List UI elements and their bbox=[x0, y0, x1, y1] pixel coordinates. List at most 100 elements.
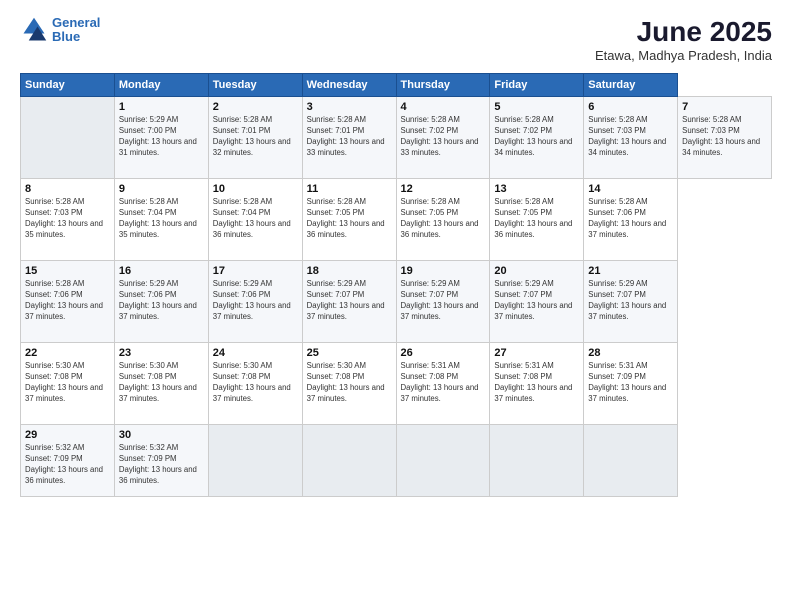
day-number: 22 bbox=[25, 347, 110, 359]
day-info: Sunrise: 5:28 AM Sunset: 7:05 PM Dayligh… bbox=[307, 197, 392, 241]
col-wednesday: Wednesday bbox=[302, 74, 396, 97]
month-title: June 2025 bbox=[595, 16, 772, 48]
table-row: 24 Sunrise: 5:30 AM Sunset: 7:08 PM Dayl… bbox=[208, 343, 302, 425]
day-number: 7 bbox=[682, 101, 767, 113]
day-info: Sunrise: 5:30 AM Sunset: 7:08 PM Dayligh… bbox=[119, 361, 204, 405]
table-row: 2 Sunrise: 5:28 AM Sunset: 7:01 PM Dayli… bbox=[208, 97, 302, 179]
day-number: 3 bbox=[307, 101, 392, 113]
day-info: Sunrise: 5:28 AM Sunset: 7:04 PM Dayligh… bbox=[119, 197, 204, 241]
day-info: Sunrise: 5:29 AM Sunset: 7:07 PM Dayligh… bbox=[494, 279, 579, 323]
logo-text: General Blue bbox=[52, 16, 100, 45]
title-block: June 2025 Etawa, Madhya Pradesh, India bbox=[595, 16, 772, 63]
col-saturday: Saturday bbox=[584, 74, 678, 97]
day-info: Sunrise: 5:29 AM Sunset: 7:07 PM Dayligh… bbox=[307, 279, 392, 323]
calendar-row: 15 Sunrise: 5:28 AM Sunset: 7:06 PM Dayl… bbox=[21, 261, 772, 343]
day-info: Sunrise: 5:28 AM Sunset: 7:02 PM Dayligh… bbox=[494, 115, 579, 159]
table-row: 1 Sunrise: 5:29 AM Sunset: 7:00 PM Dayli… bbox=[114, 97, 208, 179]
day-info: Sunrise: 5:29 AM Sunset: 7:07 PM Dayligh… bbox=[401, 279, 486, 323]
calendar-row: 8 Sunrise: 5:28 AM Sunset: 7:03 PM Dayli… bbox=[21, 179, 772, 261]
day-number: 18 bbox=[307, 265, 392, 277]
table-row: 7 Sunrise: 5:28 AM Sunset: 7:03 PM Dayli… bbox=[678, 97, 772, 179]
calendar-row: 22 Sunrise: 5:30 AM Sunset: 7:08 PM Dayl… bbox=[21, 343, 772, 425]
day-number: 1 bbox=[119, 101, 204, 113]
table-row: 17 Sunrise: 5:29 AM Sunset: 7:06 PM Dayl… bbox=[208, 261, 302, 343]
day-info: Sunrise: 5:28 AM Sunset: 7:04 PM Dayligh… bbox=[213, 197, 298, 241]
day-info: Sunrise: 5:29 AM Sunset: 7:06 PM Dayligh… bbox=[119, 279, 204, 323]
header-row: Sunday Monday Tuesday Wednesday Thursday… bbox=[21, 74, 772, 97]
day-number: 14 bbox=[588, 183, 673, 195]
day-info: Sunrise: 5:28 AM Sunset: 7:01 PM Dayligh… bbox=[213, 115, 298, 159]
day-info: Sunrise: 5:28 AM Sunset: 7:06 PM Dayligh… bbox=[588, 197, 673, 241]
day-number: 4 bbox=[401, 101, 486, 113]
header: General Blue June 2025 Etawa, Madhya Pra… bbox=[20, 16, 772, 63]
table-row: 19 Sunrise: 5:29 AM Sunset: 7:07 PM Dayl… bbox=[396, 261, 490, 343]
day-info: Sunrise: 5:28 AM Sunset: 7:03 PM Dayligh… bbox=[25, 197, 110, 241]
day-info: Sunrise: 5:28 AM Sunset: 7:03 PM Dayligh… bbox=[682, 115, 767, 159]
table-row: 9 Sunrise: 5:28 AM Sunset: 7:04 PM Dayli… bbox=[114, 179, 208, 261]
table-row: 29 Sunrise: 5:32 AM Sunset: 7:09 PM Dayl… bbox=[21, 425, 115, 497]
table-row: 26 Sunrise: 5:31 AM Sunset: 7:08 PM Dayl… bbox=[396, 343, 490, 425]
day-info: Sunrise: 5:30 AM Sunset: 7:08 PM Dayligh… bbox=[307, 361, 392, 405]
day-info: Sunrise: 5:32 AM Sunset: 7:09 PM Dayligh… bbox=[25, 443, 110, 487]
day-number: 9 bbox=[119, 183, 204, 195]
day-number: 30 bbox=[119, 429, 204, 441]
table-row: 23 Sunrise: 5:30 AM Sunset: 7:08 PM Dayl… bbox=[114, 343, 208, 425]
day-number: 2 bbox=[213, 101, 298, 113]
col-sunday: Sunday bbox=[21, 74, 115, 97]
day-number: 25 bbox=[307, 347, 392, 359]
day-number: 27 bbox=[494, 347, 579, 359]
table-row: 15 Sunrise: 5:28 AM Sunset: 7:06 PM Dayl… bbox=[21, 261, 115, 343]
day-info: Sunrise: 5:28 AM Sunset: 7:05 PM Dayligh… bbox=[494, 197, 579, 241]
logo-icon bbox=[20, 16, 48, 44]
table-row: 3 Sunrise: 5:28 AM Sunset: 7:01 PM Dayli… bbox=[302, 97, 396, 179]
day-info: Sunrise: 5:29 AM Sunset: 7:06 PM Dayligh… bbox=[213, 279, 298, 323]
day-info: Sunrise: 5:30 AM Sunset: 7:08 PM Dayligh… bbox=[213, 361, 298, 405]
day-info: Sunrise: 5:28 AM Sunset: 7:06 PM Dayligh… bbox=[25, 279, 110, 323]
calendar-row: 1 Sunrise: 5:29 AM Sunset: 7:00 PM Dayli… bbox=[21, 97, 772, 179]
table-row bbox=[584, 425, 678, 497]
day-number: 12 bbox=[401, 183, 486, 195]
day-number: 29 bbox=[25, 429, 110, 441]
table-row: 27 Sunrise: 5:31 AM Sunset: 7:08 PM Dayl… bbox=[490, 343, 584, 425]
page: General Blue June 2025 Etawa, Madhya Pra… bbox=[0, 0, 792, 612]
day-info: Sunrise: 5:32 AM Sunset: 7:09 PM Dayligh… bbox=[119, 443, 204, 487]
day-number: 17 bbox=[213, 265, 298, 277]
day-number: 24 bbox=[213, 347, 298, 359]
table-row: 20 Sunrise: 5:29 AM Sunset: 7:07 PM Dayl… bbox=[490, 261, 584, 343]
col-tuesday: Tuesday bbox=[208, 74, 302, 97]
table-row bbox=[490, 425, 584, 497]
table-row: 16 Sunrise: 5:29 AM Sunset: 7:06 PM Dayl… bbox=[114, 261, 208, 343]
day-number: 10 bbox=[213, 183, 298, 195]
table-row: 30 Sunrise: 5:32 AM Sunset: 7:09 PM Dayl… bbox=[114, 425, 208, 497]
table-row: 13 Sunrise: 5:28 AM Sunset: 7:05 PM Dayl… bbox=[490, 179, 584, 261]
logo-line1: General bbox=[52, 15, 100, 30]
table-row: 4 Sunrise: 5:28 AM Sunset: 7:02 PM Dayli… bbox=[396, 97, 490, 179]
table-row: 8 Sunrise: 5:28 AM Sunset: 7:03 PM Dayli… bbox=[21, 179, 115, 261]
day-info: Sunrise: 5:29 AM Sunset: 7:00 PM Dayligh… bbox=[119, 115, 204, 159]
day-info: Sunrise: 5:28 AM Sunset: 7:05 PM Dayligh… bbox=[401, 197, 486, 241]
col-friday: Friday bbox=[490, 74, 584, 97]
day-number: 6 bbox=[588, 101, 673, 113]
day-number: 26 bbox=[401, 347, 486, 359]
day-number: 21 bbox=[588, 265, 673, 277]
day-number: 5 bbox=[494, 101, 579, 113]
table-row: 5 Sunrise: 5:28 AM Sunset: 7:02 PM Dayli… bbox=[490, 97, 584, 179]
day-number: 8 bbox=[25, 183, 110, 195]
table-row bbox=[208, 425, 302, 497]
day-info: Sunrise: 5:31 AM Sunset: 7:09 PM Dayligh… bbox=[588, 361, 673, 405]
table-row: 6 Sunrise: 5:28 AM Sunset: 7:03 PM Dayli… bbox=[584, 97, 678, 179]
logo-line2: Blue bbox=[52, 29, 80, 44]
day-number: 20 bbox=[494, 265, 579, 277]
location: Etawa, Madhya Pradesh, India bbox=[595, 48, 772, 63]
table-row bbox=[302, 425, 396, 497]
col-thursday: Thursday bbox=[396, 74, 490, 97]
calendar-table: Sunday Monday Tuesday Wednesday Thursday… bbox=[20, 73, 772, 497]
table-row: 10 Sunrise: 5:28 AM Sunset: 7:04 PM Dayl… bbox=[208, 179, 302, 261]
day-info: Sunrise: 5:29 AM Sunset: 7:07 PM Dayligh… bbox=[588, 279, 673, 323]
table-row: 25 Sunrise: 5:30 AM Sunset: 7:08 PM Dayl… bbox=[302, 343, 396, 425]
table-row: 18 Sunrise: 5:29 AM Sunset: 7:07 PM Dayl… bbox=[302, 261, 396, 343]
day-number: 15 bbox=[25, 265, 110, 277]
day-info: Sunrise: 5:31 AM Sunset: 7:08 PM Dayligh… bbox=[494, 361, 579, 405]
day-info: Sunrise: 5:30 AM Sunset: 7:08 PM Dayligh… bbox=[25, 361, 110, 405]
table-row: 28 Sunrise: 5:31 AM Sunset: 7:09 PM Dayl… bbox=[584, 343, 678, 425]
